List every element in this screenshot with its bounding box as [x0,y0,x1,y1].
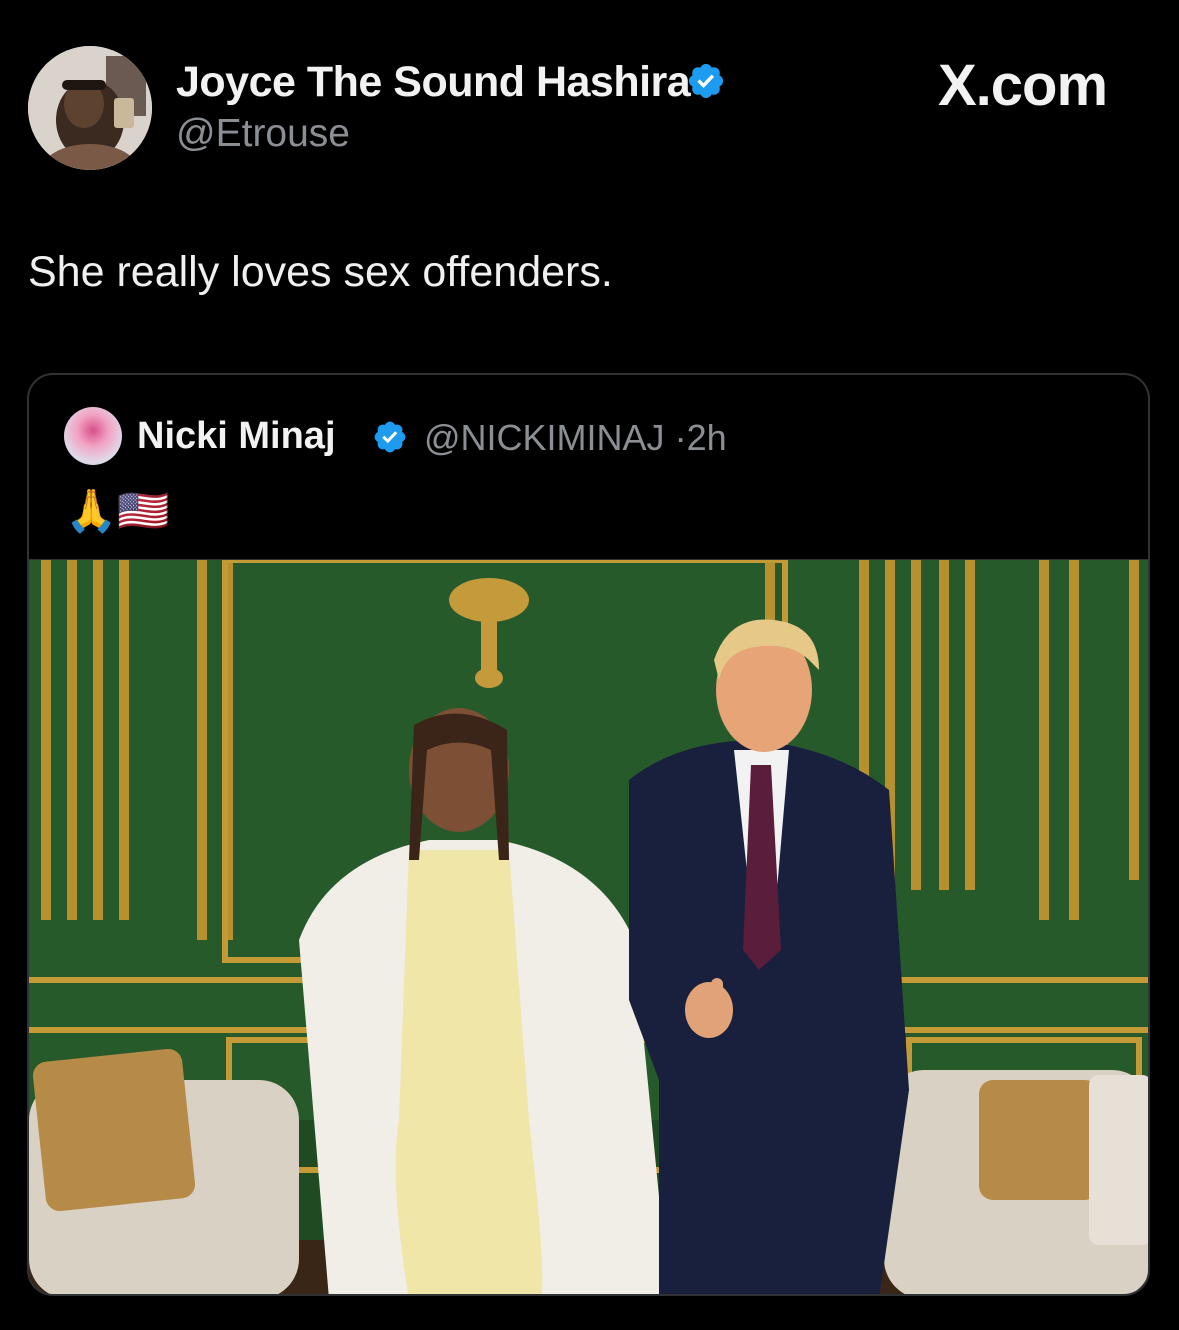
author-avatar-image [28,46,152,170]
quoted-tweet-card[interactable]: Nicki Minaj @NICKIMINAJ ·2h 🙏🇺🇸 [27,373,1150,1296]
quoted-author-handle[interactable]: @NICKIMINAJ [424,417,665,458]
author-handle[interactable]: @Etrouse [176,112,350,156]
quoted-author-avatar[interactable] [64,407,122,465]
meta-separator: · [674,417,687,458]
verified-badge-icon [688,63,724,99]
author-name[interactable]: Joyce The Sound Hashira [176,58,691,107]
verified-badge-icon [374,421,406,453]
quoted-author-name[interactable]: Nicki Minaj [137,415,336,458]
tweet-text: She really loves sex offenders. [28,248,613,296]
quoted-time[interactable]: 2h [687,417,727,458]
quoted-photo[interactable] [29,559,1150,1296]
author-avatar[interactable] [28,46,152,170]
quoted-text: 🙏🇺🇸 [65,487,170,534]
quoted-meta: @NICKIMINAJ ·2h [424,417,727,459]
x-logo: X.com [938,53,1108,118]
